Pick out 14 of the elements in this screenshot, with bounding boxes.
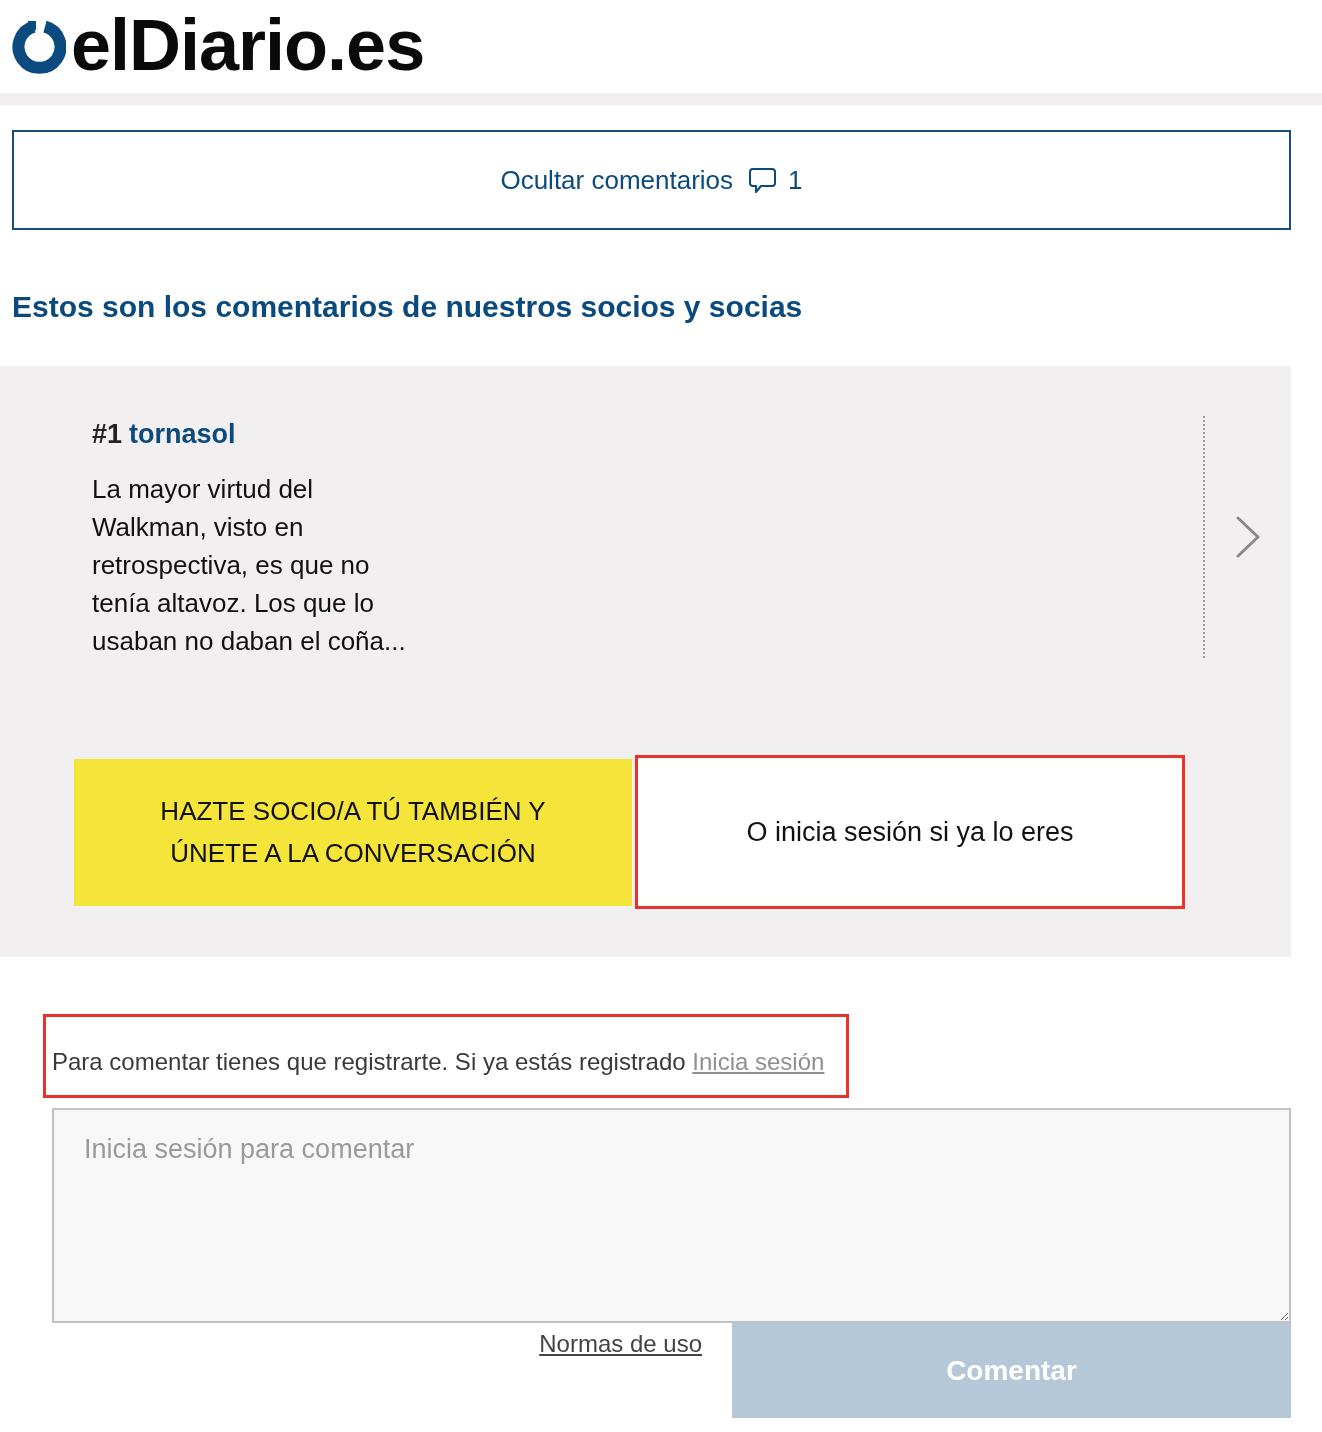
chevron-right-icon[interactable] <box>1236 516 1260 558</box>
speech-bubble-icon <box>749 166 777 194</box>
ring-logo-icon <box>12 19 66 74</box>
hide-comments-button[interactable]: Ocultar comentarios 1 <box>12 130 1291 230</box>
section-heading: Estos son los comentarios de nuestros socios y socias <box>12 289 804 325</box>
comment-text: La mayor virtud del Walkman, visto en retrospectiva, es que no tenía altavoz. Los que lo usaban no daban el coña... <box>92 473 407 658</box>
comment-input[interactable]: Inicia sesión para comentar <box>52 1108 1291 1323</box>
rules-link[interactable]: Normas de uso <box>539 1329 702 1359</box>
register-notice: Para comentar tienes que registrarte. Si ya estás registrado Inicia sesión <box>43 1014 850 1098</box>
login-button[interactable]: O inicia sesión si ya lo eres <box>635 755 1185 909</box>
comment-number: #1 <box>92 418 123 451</box>
join-button[interactable]: HAZTE SOCIO/A TÚ TAMBIÉN Y ÚNETE A LA CONVERSACIÓN <box>74 758 632 906</box>
comment-author[interactable]: tornasol <box>129 416 236 452</box>
logo-text[interactable]: elDiario.es <box>71 8 425 81</box>
